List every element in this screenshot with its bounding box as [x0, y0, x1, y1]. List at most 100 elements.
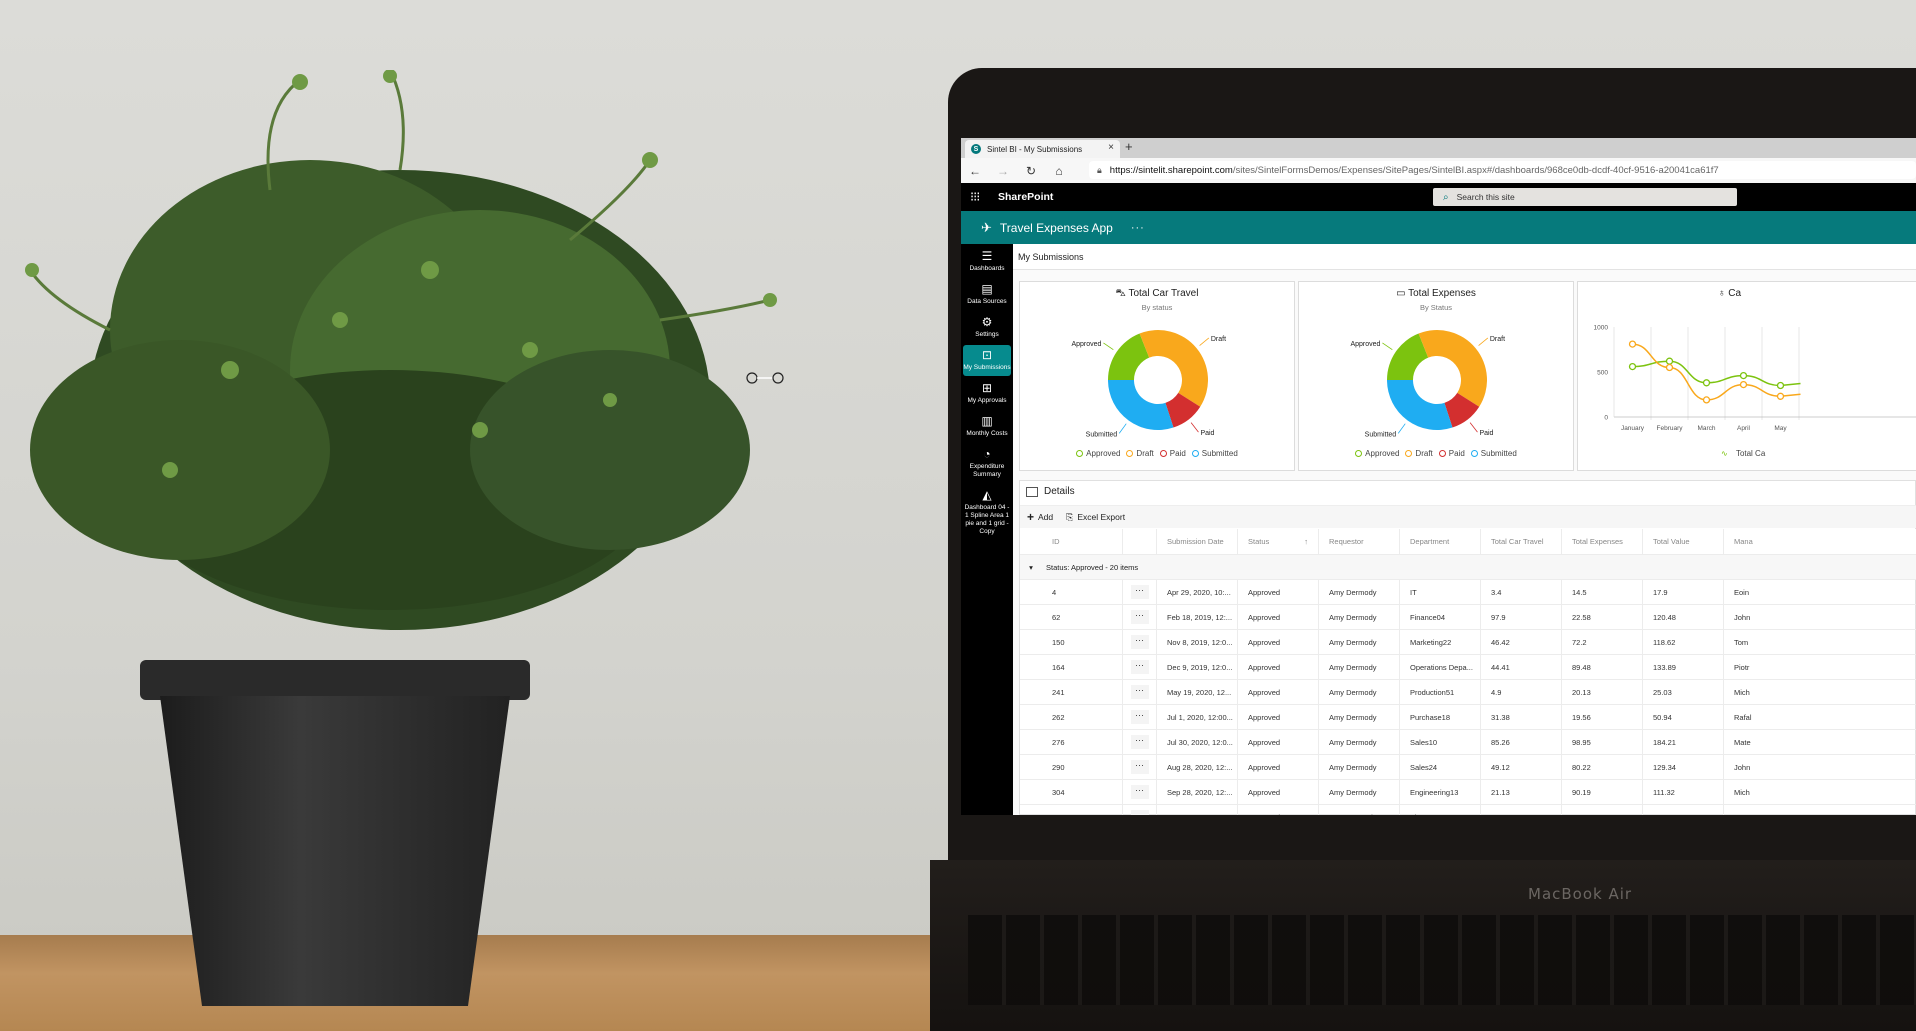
- donut-slice-draft[interactable]: [1139, 330, 1208, 407]
- collapse-group-icon[interactable]: ▾: [1020, 555, 1042, 579]
- forward-icon[interactable]: →: [989, 164, 1017, 178]
- more-actions-icon[interactable]: ···: [1130, 810, 1149, 815]
- more-actions-icon[interactable]: ···: [1130, 760, 1149, 774]
- more-actions-icon[interactable]: ···: [1130, 635, 1149, 649]
- refresh-icon[interactable]: ↻: [1017, 164, 1045, 178]
- cell-status: Approved: [1238, 680, 1319, 704]
- sharepoint-suite-bar: ⁝⁝⁝ SharePoint ⌕ Search this site: [961, 183, 1916, 211]
- data-point[interactable]: [1665, 363, 1674, 372]
- site-search-input[interactable]: ⌕ Search this site: [1433, 188, 1737, 206]
- sidebar-item-my-submissions[interactable]: ⊡ My Submissions: [963, 345, 1011, 376]
- table-row[interactable]: 4 ··· Apr 29, 2020, 10:... Approved Amy Derm…: [1020, 580, 1916, 605]
- table-row[interactable]: 304 ··· Sep 28, 2020, 12:... Approved Amy De…: [1020, 780, 1916, 805]
- column-header-status[interactable]: Status ↑: [1238, 529, 1319, 554]
- more-actions-icon[interactable]: ···: [1130, 585, 1149, 599]
- close-tab-icon[interactable]: ×: [1108, 142, 1114, 153]
- row-menu[interactable]: ···: [1123, 780, 1157, 804]
- column-header-total-car-travel[interactable]: Total Car Travel: [1481, 529, 1562, 554]
- more-options-button[interactable]: ···: [1131, 222, 1145, 234]
- table-row[interactable]: 164 ··· Dec 9, 2019, 12:0... Approved Amy De…: [1020, 655, 1916, 680]
- cell-submission-date: Dec 9, 2019, 12:0...: [1157, 655, 1238, 679]
- cell-total-expenses: 14.5: [1562, 580, 1643, 604]
- more-actions-icon[interactable]: ···: [1130, 685, 1149, 699]
- legend-item-paid[interactable]: Paid: [1438, 449, 1465, 458]
- sidebar-item-dashboard-04-1-spline-area-1-pie-and-1-grid-copy[interactable]: ◭ Dashboard 04 - 1 Spline Area 1 pie and …: [963, 485, 1011, 540]
- table-row[interactable]: 241 ··· May 19, 2020, 12... Approved Amy Der…: [1020, 680, 1916, 705]
- resize-handle-icon[interactable]: [745, 370, 785, 386]
- data-point[interactable]: [1628, 362, 1637, 371]
- sharepoint-title[interactable]: SharePoint: [998, 191, 1053, 203]
- legend-item-approved[interactable]: Approved: [1076, 449, 1120, 458]
- legend-item-paid[interactable]: Paid: [1159, 449, 1186, 458]
- table-row[interactable]: 276 ··· Jul 30, 2020, 12:0... Approved Amy D…: [1020, 730, 1916, 755]
- row-menu[interactable]: ···: [1123, 705, 1157, 729]
- excel-export-button[interactable]: ⎘ Excel Export: [1066, 512, 1125, 523]
- donut-slice-submitted[interactable]: [1108, 380, 1174, 430]
- row-menu[interactable]: ···: [1123, 805, 1157, 815]
- airplane-icon: ✈: [981, 219, 992, 235]
- sidebar-item-data-sources[interactable]: ▤ Data Sources: [963, 279, 1011, 310]
- data-point[interactable]: [1739, 371, 1748, 380]
- details-toolbar: + Add ⎘ Excel Export: [1020, 505, 1916, 528]
- cell-manager: John: [1734, 762, 1751, 772]
- table-row[interactable]: 62 ··· Feb 18, 2019, 12:... Approved Amy Der…: [1020, 605, 1916, 630]
- row-menu[interactable]: ···: [1123, 755, 1157, 779]
- row-menu[interactable]: ···: [1123, 680, 1157, 704]
- more-actions-icon[interactable]: ···: [1130, 735, 1149, 749]
- data-point[interactable]: [1665, 357, 1674, 365]
- row-menu[interactable]: ···: [1123, 655, 1157, 679]
- sidebar-item-dashboards[interactable]: ☰ Dashboards: [963, 246, 1011, 277]
- donut-slice-submitted[interactable]: [1387, 380, 1453, 430]
- donut-slice-draft[interactable]: [1418, 330, 1487, 407]
- data-point[interactable]: [1776, 381, 1785, 390]
- sidebar-item-settings[interactable]: ⚙ Settings: [963, 312, 1011, 343]
- row-menu[interactable]: ···: [1123, 630, 1157, 654]
- legend-item-approved[interactable]: Approved: [1355, 449, 1399, 458]
- table-row[interactable]: 339 ··· Dec 10, 2020, 12:...ApprovedAmy De…: [1020, 805, 1916, 815]
- column-header-submission-date[interactable]: Submission Date: [1157, 529, 1238, 554]
- home-icon[interactable]: ⌂: [1045, 164, 1073, 178]
- sidebar-item-label: Dashboards: [969, 265, 1005, 272]
- new-tab-button[interactable]: +: [1125, 139, 1133, 154]
- sidebar-item-my-approvals[interactable]: ⊞ My Approvals: [963, 378, 1011, 409]
- row-menu[interactable]: ···: [1123, 605, 1157, 629]
- data-point[interactable]: [1702, 396, 1711, 404]
- address-bar[interactable]: 🔒︎ https://sintelit.sharepoint.com /site…: [1089, 161, 1916, 179]
- plant-pot: [140, 660, 530, 1010]
- sidebar-item-monthly-costs[interactable]: ▥ Monthly Costs: [963, 411, 1011, 442]
- data-point[interactable]: [1739, 380, 1748, 389]
- app-title[interactable]: Travel Expenses App: [1000, 221, 1113, 235]
- more-actions-icon[interactable]: ···: [1130, 785, 1149, 799]
- more-actions-icon[interactable]: ···: [1130, 610, 1149, 624]
- table-row[interactable]: 262 ··· Jul 1, 2020, 12:00... Approved Amy D…: [1020, 705, 1916, 730]
- more-actions-icon[interactable]: ···: [1130, 710, 1149, 724]
- table-row[interactable]: 150 ··· Nov 8, 2019, 12:0... Approved Amy De…: [1020, 630, 1916, 655]
- column-header-id[interactable]: ID: [1042, 529, 1123, 554]
- legend-item-draft[interactable]: Draft: [1126, 449, 1154, 458]
- sidebar-item-label: My Approvals: [967, 397, 1007, 404]
- column-header-manager[interactable]: Mana: [1724, 529, 1805, 554]
- page-title: My Submissions: [1013, 244, 1916, 270]
- app-launcher-icon[interactable]: ⁝⁝⁝: [970, 189, 980, 205]
- browser-tab[interactable]: S Sintel BI - My Submissions ×: [965, 140, 1120, 158]
- group-row-approved[interactable]: ▾ Status: Approved - 20 items: [1020, 555, 1916, 580]
- row-menu[interactable]: ···: [1123, 580, 1157, 604]
- more-actions-icon[interactable]: ···: [1130, 660, 1149, 674]
- legend-item-submitted[interactable]: Submitted: [1470, 449, 1517, 458]
- org-chart-icon: ⊞: [981, 381, 993, 395]
- data-point[interactable]: [1628, 340, 1637, 348]
- column-header-total-value[interactable]: Total Value: [1643, 529, 1724, 554]
- sidebar-item-expenditure-summary[interactable]: ◔ Expenditure Summary: [963, 444, 1011, 483]
- back-icon[interactable]: ←: [961, 164, 989, 178]
- column-header-department[interactable]: Department: [1400, 529, 1481, 554]
- column-header-total-expenses[interactable]: Total Expenses: [1562, 529, 1643, 554]
- column-header-requestor[interactable]: Requestor: [1319, 529, 1400, 554]
- data-point[interactable]: [1776, 392, 1785, 400]
- add-button[interactable]: + Add: [1027, 510, 1053, 524]
- cell-status: Approved: [1238, 630, 1319, 654]
- row-menu[interactable]: ···: [1123, 730, 1157, 754]
- table-row[interactable]: 290 ··· Aug 28, 2020, 12:... Approved Amy De…: [1020, 755, 1916, 780]
- data-point[interactable]: [1702, 379, 1711, 387]
- legend-item-submitted[interactable]: Submitted: [1191, 449, 1238, 458]
- legend-item-draft[interactable]: Draft: [1405, 449, 1433, 458]
